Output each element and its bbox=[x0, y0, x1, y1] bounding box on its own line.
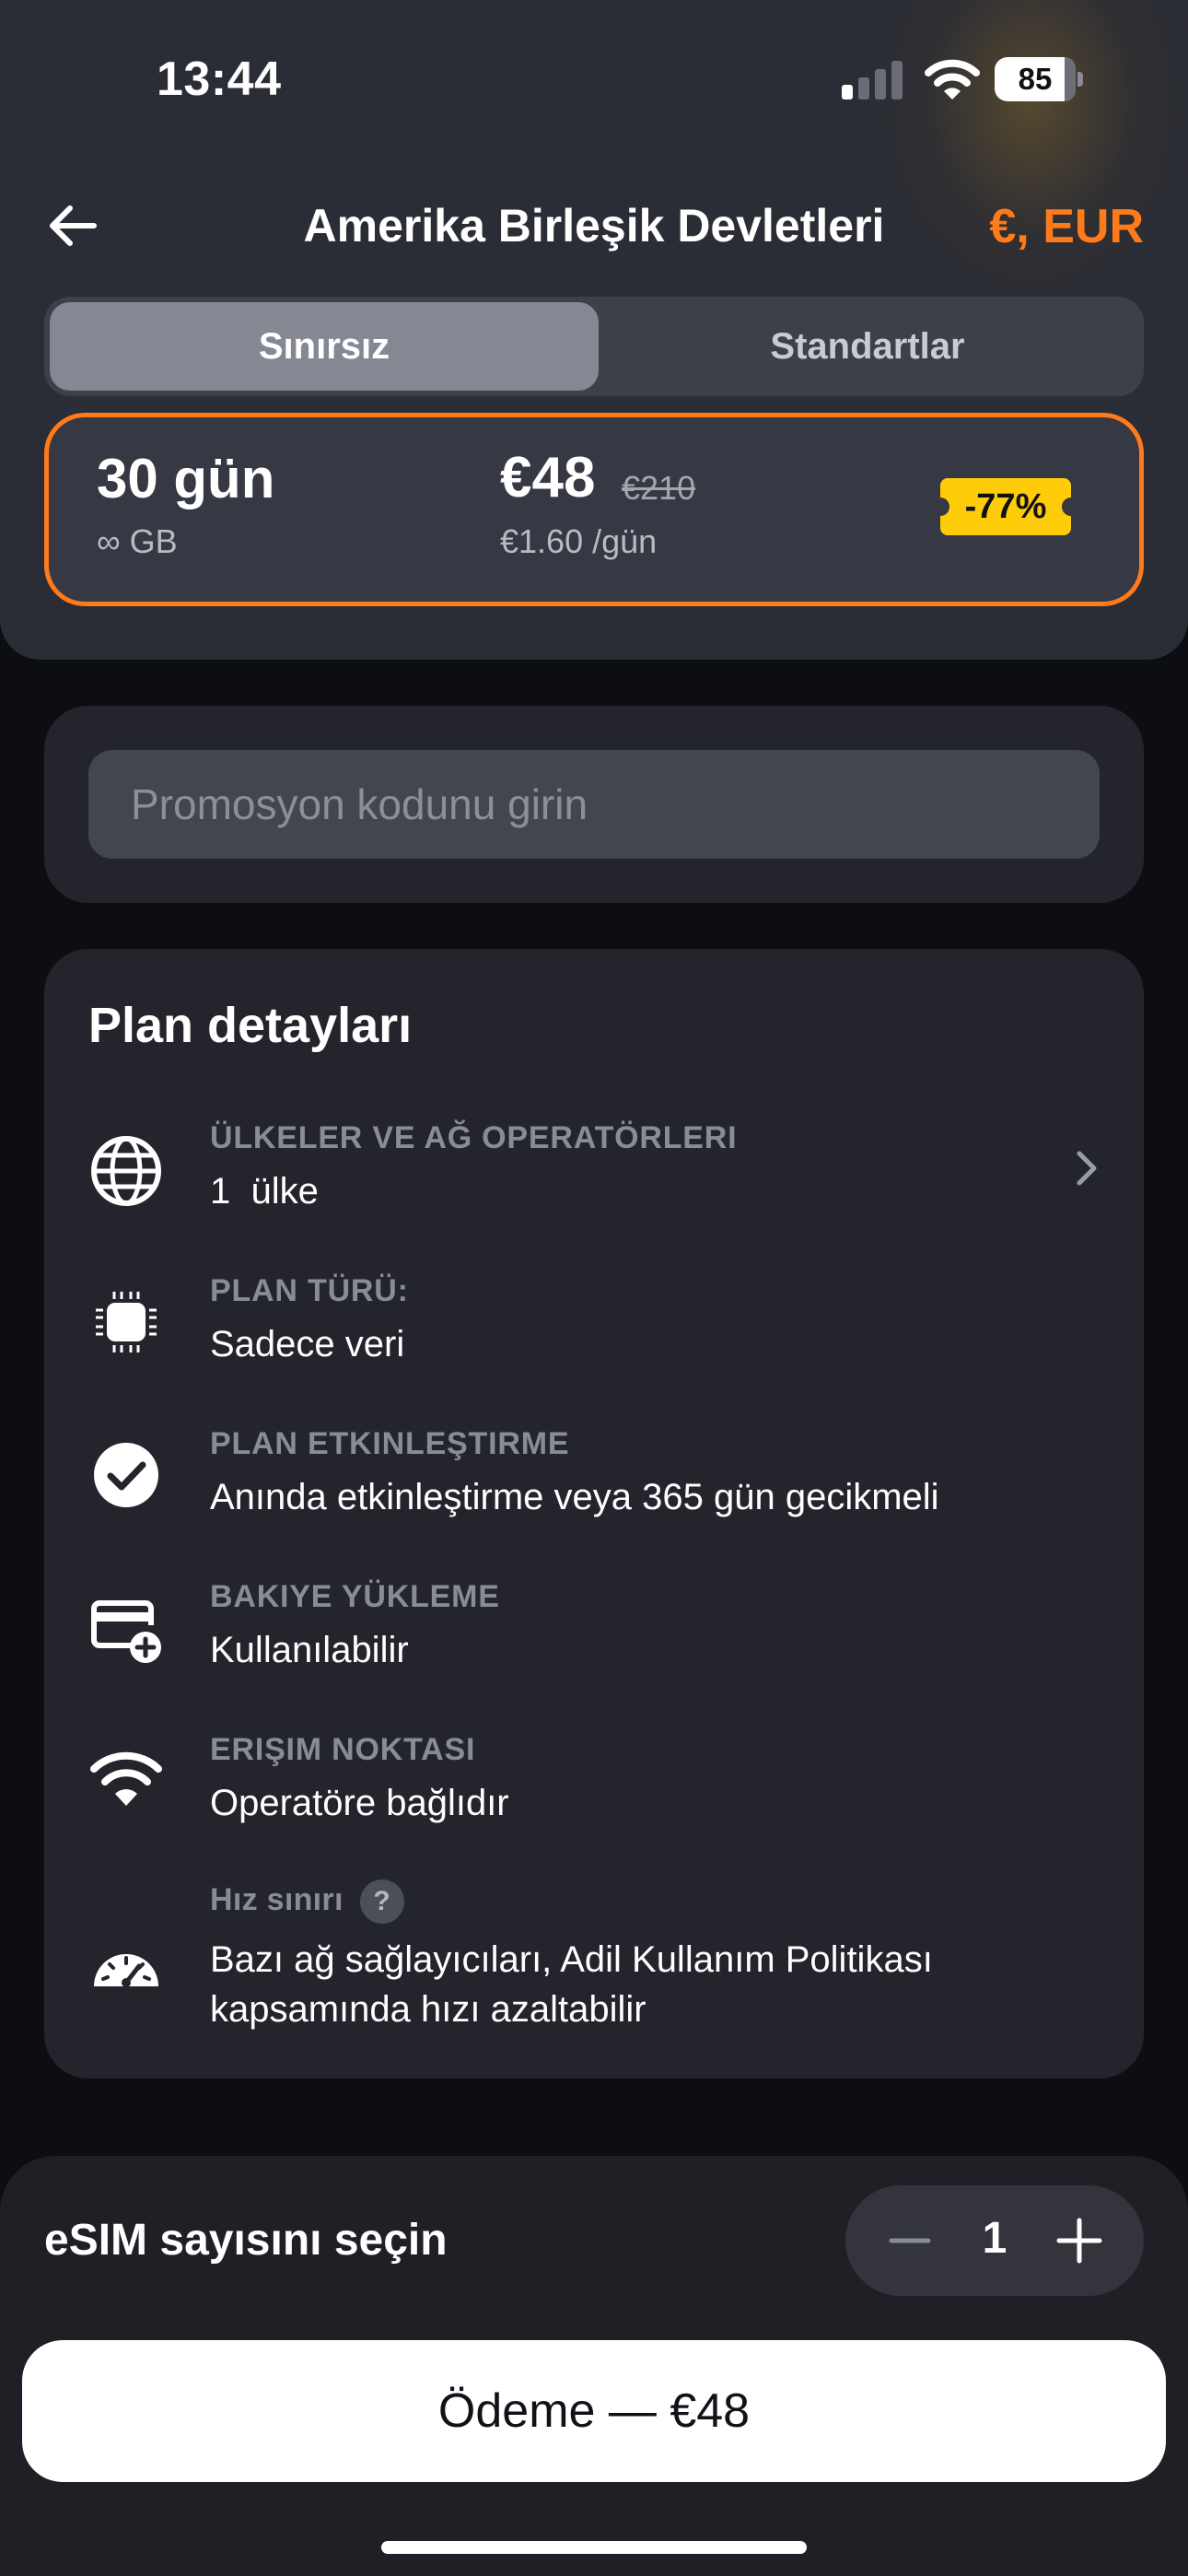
order-sheet: eSIM sayısını seçin 1 Ödeme — €48 bbox=[0, 2156, 1188, 2576]
detail-row-activation: PLAN ETKINLEŞTIRME Anında etkinleştirme … bbox=[44, 1426, 1144, 1528]
quantity-value: 1 bbox=[982, 2214, 1007, 2263]
detail-label: BAKIYE YÜKLEME bbox=[210, 1579, 500, 1614]
detail-row-countries[interactable]: ÜLKELER VE AĞ OPERATÖRLERI 1 ülke bbox=[44, 1120, 1144, 1222]
tab-unlimited[interactable]: Sınırsız bbox=[50, 302, 599, 391]
background-glow bbox=[866, 0, 1188, 313]
plan-old-price: €210 bbox=[622, 469, 696, 507]
detail-row-hotspot: ERIŞIM NOKTASI Operatöre bağlıdır bbox=[44, 1732, 1144, 1833]
detail-label: PLAN TÜRÜ: bbox=[210, 1273, 409, 1308]
plan-details-title: Plan detayları bbox=[88, 998, 413, 1053]
plus-icon[interactable] bbox=[1042, 2204, 1116, 2277]
plan-duration: 30 gün bbox=[97, 448, 275, 509]
detail-row-speed-limit: Hız sınırı? Bazı ağ sağlayıcıları, Adil … bbox=[44, 1879, 1144, 2036]
globe-icon bbox=[91, 1136, 161, 1206]
promo-code-input[interactable] bbox=[88, 750, 1100, 859]
battery-icon: 85 bbox=[995, 57, 1083, 101]
plan-selection-sheet: 13:44 85 Amerika Birleşik Devletleri €, … bbox=[0, 0, 1188, 660]
detail-label: PLAN ETKINLEŞTIRME bbox=[210, 1426, 570, 1461]
checkout-button[interactable]: Ödeme — €48 bbox=[22, 2340, 1166, 2482]
plan-price: €48 bbox=[500, 446, 596, 509]
wifi-icon bbox=[925, 59, 980, 100]
detail-label: ERIŞIM NOKTASI bbox=[210, 1732, 476, 1767]
tab-standard[interactable]: Standartlar bbox=[593, 302, 1142, 391]
promo-code-card bbox=[44, 706, 1144, 903]
app-screen: 13:44 85 Amerika Birleşik Devletleri €, … bbox=[0, 0, 1188, 2576]
status-time: 13:44 bbox=[157, 53, 282, 106]
chevron-right-icon bbox=[1077, 1151, 1097, 1186]
card-add-icon bbox=[91, 1600, 161, 1663]
detail-value: Sadece veri bbox=[210, 1324, 405, 1364]
quantity-stepper: 1 bbox=[845, 2185, 1144, 2296]
detail-row-top-up: BAKIYE YÜKLEME Kullanılabilir bbox=[44, 1579, 1144, 1680]
detail-value: 1 ülke bbox=[210, 1171, 319, 1212]
selected-plan-card[interactable]: 30 gün ∞ GB €48 €210 €1.60 /gün -77% bbox=[44, 413, 1144, 606]
detail-label: ÜLKELER VE AĞ OPERATÖRLERI bbox=[210, 1120, 738, 1155]
wifi-icon bbox=[90, 1751, 162, 1806]
chip-icon bbox=[96, 1292, 157, 1352]
help-icon[interactable]: ? bbox=[359, 1879, 404, 1924]
home-indicator[interactable] bbox=[381, 2541, 807, 2554]
detail-value: Bazı ağ sağlayıcıları, Adil Kullanım Pol… bbox=[210, 1939, 933, 2030]
battery-level: 85 bbox=[1018, 62, 1053, 96]
plan-details-card: Plan detayları ÜLKELER VE AĞ OPERATÖRLER… bbox=[44, 949, 1144, 2078]
esim-count-label: eSIM sayısını seçin bbox=[44, 2216, 448, 2265]
currency-selector[interactable]: €, EUR bbox=[989, 199, 1144, 254]
speed-limit-label: Hız sınırı bbox=[210, 1881, 344, 1917]
detail-label: Hız sınırı? bbox=[210, 1879, 404, 1924]
check-circle-icon bbox=[94, 1443, 158, 1507]
plan-type-tabs: Sınırsız Standartlar bbox=[44, 297, 1144, 396]
speedometer-icon bbox=[94, 1954, 158, 1987]
back-arrow-icon[interactable] bbox=[41, 193, 105, 258]
plan-data-amount: ∞ GB bbox=[97, 522, 178, 560]
signal-icon bbox=[842, 61, 903, 100]
detail-value: Anında etkinleştirme veya 365 gün gecikm… bbox=[210, 1477, 939, 1517]
detail-value: Kullanılabilir bbox=[210, 1630, 409, 1670]
discount-badge: -77% bbox=[931, 478, 1080, 535]
plan-price-per-day: €1.60 /gün bbox=[500, 522, 658, 560]
minus-icon[interactable] bbox=[873, 2204, 947, 2277]
detail-row-plan-type: PLAN TÜRÜ: Sadece veri bbox=[44, 1273, 1144, 1375]
page-title: Amerika Birleşik Devletleri bbox=[303, 200, 885, 252]
detail-value: Operatöre bağlıdır bbox=[210, 1783, 509, 1823]
